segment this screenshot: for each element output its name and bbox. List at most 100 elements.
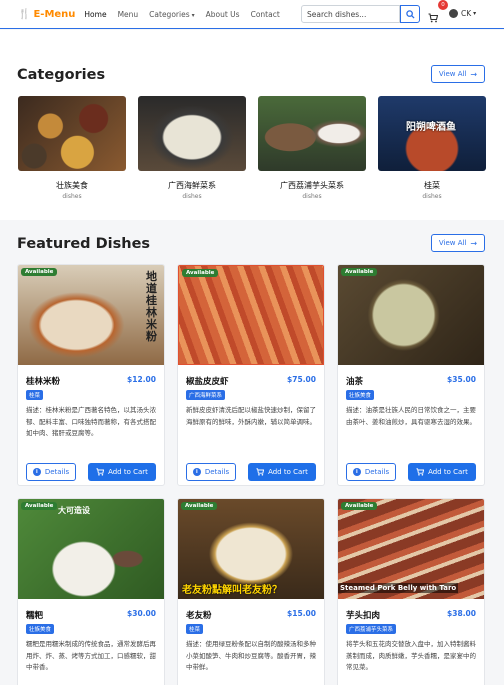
dish-card: Available 老友粉點解叫老友粉？ 老友粉 $15.00 桂菜 描述：使用… <box>177 498 325 685</box>
nav-contact[interactable]: Contact <box>251 10 280 19</box>
dish-description: 描述：桂林米粉是广西著名特色，以其汤头浓郁、配料丰富、口味独特而著称，有各式搭配… <box>26 406 156 437</box>
category-card[interactable]: 壮族美食 dishes <box>18 96 126 200</box>
dish-description: 描述：使用绿豆粉条配以自制的酸辣汤和多种小菜如酸笋、牛肉和炒豆腐等。酸香开胃，辣… <box>186 640 316 671</box>
dish-image-text: 老友粉點解叫老友粉？ <box>182 585 282 596</box>
category-sub: dishes <box>422 193 442 200</box>
info-icon: i <box>352 468 361 476</box>
dish-name: 糯粑 <box>26 611 44 621</box>
dish-image: Available 老友粉點解叫老友粉？ <box>178 499 324 599</box>
add-to-cart-button[interactable]: Add to Cart <box>248 463 316 481</box>
category-card[interactable]: 广西海鲜菜系 dishes <box>138 96 246 200</box>
nav-menu[interactable]: Menu <box>118 10 139 19</box>
dish-price: $12.00 <box>127 375 156 384</box>
dish-description: 将芋头和五花肉交替放入盘中，加入特制酱料蒸制而成，肉质鲜嫩，芋头香糯，是家宴中的… <box>346 640 476 671</box>
details-button[interactable]: i Details <box>186 463 236 481</box>
user-menu[interactable]: CK ▾ <box>449 9 476 18</box>
category-image <box>258 96 366 171</box>
nav-home[interactable]: Home <box>84 10 106 19</box>
dish-card: Available 油茶 $35.00 壮族美食 描述：油茶是壮族人民的日常饮食… <box>337 264 485 486</box>
view-all-label: View All <box>438 70 467 78</box>
featured-section: Featured Dishes View All → Available 地道桂林… <box>0 220 504 685</box>
cart-icon[interactable] <box>428 8 440 23</box>
details-label: Details <box>44 468 70 476</box>
dish-description: 描述：油茶是壮族人民的日常饮食之一，主要由茶叶、姜和油煎炒，具有驱寒去湿的效果。 <box>346 406 476 426</box>
category-card[interactable]: 阳朔啤酒鱼 桂菜 dishes <box>378 96 486 200</box>
dish-card: Available 椒盐皮皮虾 $75.00 广西海鲜菜系 新鲜皮皮虾清洗后配以… <box>177 264 325 486</box>
dish-category-tag: 广西荔浦芋头菜系 <box>346 624 397 634</box>
brand-logo[interactable]: 🍴 E- Menu <box>18 9 75 20</box>
details-button[interactable]: i Details <box>346 463 396 481</box>
category-image <box>138 96 246 171</box>
dish-card: Available 地道桂林米粉 桂林米粉 $12.00 桂菜 描述：桂林米粉是… <box>17 264 165 486</box>
search-button[interactable] <box>400 5 420 23</box>
dish-price: $38.00 <box>447 609 476 618</box>
available-badge: Available <box>21 268 58 276</box>
info-icon: i <box>32 468 41 476</box>
caret-down-icon: ▾ <box>191 11 195 19</box>
search-form <box>301 5 420 23</box>
dish-image-text: Steamed Pork Belly with Taro <box>338 583 459 593</box>
category-name: 壮族美食 <box>56 181 88 190</box>
category-name: 桂菜 <box>424 181 440 190</box>
add-to-cart-button[interactable]: Add to Cart <box>408 463 476 481</box>
dish-price: $75.00 <box>287 375 316 384</box>
category-image-text: 阳朔啤酒鱼 <box>406 122 456 133</box>
details-button[interactable]: i Details <box>26 463 76 481</box>
dish-name: 芋头扣肉 <box>346 611 381 621</box>
dish-description: 新鲜皮皮虾清洗后配以椒盐快速炒制，保留了海鲜原有的鲜味，外酥内嫩，辅以简单调味。 <box>186 406 316 426</box>
cart-count-badge: 0 <box>438 0 448 10</box>
dish-category-tag: 广西海鲜菜系 <box>186 390 226 400</box>
search-input[interactable] <box>301 5 400 23</box>
dish-name: 椒盐皮皮虾 <box>186 377 229 387</box>
dish-name: 老友粉 <box>186 611 212 621</box>
featured-view-all-button[interactable]: View All → <box>431 234 485 252</box>
details-label: Details <box>364 468 390 476</box>
caret-down-icon: ▾ <box>473 10 477 17</box>
info-icon: i <box>192 468 201 476</box>
view-all-label: View All <box>438 239 467 247</box>
dish-description: 糯粑是用糯米制成的传统食品，通常发酵后再用炸、炸、蒸、烤等方式加工，口感糯软，甜… <box>26 640 156 671</box>
dish-image: Available 大可造设 <box>18 499 164 599</box>
categories-section: Categories View All → 壮族美食 dishes 广西海鲜菜系 … <box>0 30 504 220</box>
available-badge: Available <box>181 502 218 510</box>
cart-icon <box>416 468 425 476</box>
category-name: 广西荔浦芋头菜系 <box>280 181 344 190</box>
nav-categories-label: Categories <box>149 9 190 19</box>
nav-categories-dropdown[interactable]: Categories ▾ <box>149 10 194 19</box>
dish-price: $30.00 <box>127 609 156 618</box>
arrow-right-icon: → <box>470 238 478 248</box>
dish-price: $35.00 <box>447 375 476 384</box>
dish-category-tag: 桂菜 <box>26 390 44 400</box>
cart-icon <box>96 468 105 476</box>
available-badge: Available <box>341 268 378 276</box>
nav-links: Home Menu Categories ▾ About Us Contact <box>84 10 290 19</box>
dish-card: Available Steamed Pork Belly with Taro 芋… <box>337 498 485 685</box>
dish-price: $15.00 <box>287 609 316 618</box>
dish-name: 油茶 <box>346 377 364 387</box>
dish-card: Available 大可造设 糯粑 $30.00 壮族美食 糯粑是用糯米制成的传… <box>17 498 165 685</box>
category-card[interactable]: 广西荔浦芋头菜系 dishes <box>258 96 366 200</box>
categories-title: Categories <box>17 67 106 83</box>
dish-image: Available Steamed Pork Belly with Taro <box>338 499 484 599</box>
dish-category-tag: 壮族美食 <box>346 390 375 400</box>
available-badge: Available <box>21 502 58 510</box>
category-name: 广西海鲜菜系 <box>168 181 216 190</box>
categories-view-all-button[interactable]: View All → <box>431 65 485 83</box>
utensils-icon: 🍴 <box>18 8 31 20</box>
arrow-right-icon: → <box>470 69 478 79</box>
category-sub: dishes <box>302 193 322 200</box>
dish-category-tag: 壮族美食 <box>26 624 55 634</box>
search-icon <box>405 9 415 19</box>
brand-prefix: E- <box>33 8 45 20</box>
dish-image: Available 地道桂林米粉 <box>18 265 164 365</box>
dish-image-text: 地道桂林米粉 <box>146 270 157 343</box>
user-initials: CK <box>461 9 472 18</box>
category-sub: dishes <box>182 193 202 200</box>
category-image <box>18 96 126 171</box>
dish-image: Available <box>178 265 324 365</box>
add-to-cart-button[interactable]: Add to Cart <box>88 463 156 481</box>
category-image: 阳朔啤酒鱼 <box>378 96 486 171</box>
nav-about[interactable]: About Us <box>206 10 240 19</box>
brand-suffix: Menu <box>44 8 76 20</box>
add-to-cart-label: Add to Cart <box>108 468 148 476</box>
